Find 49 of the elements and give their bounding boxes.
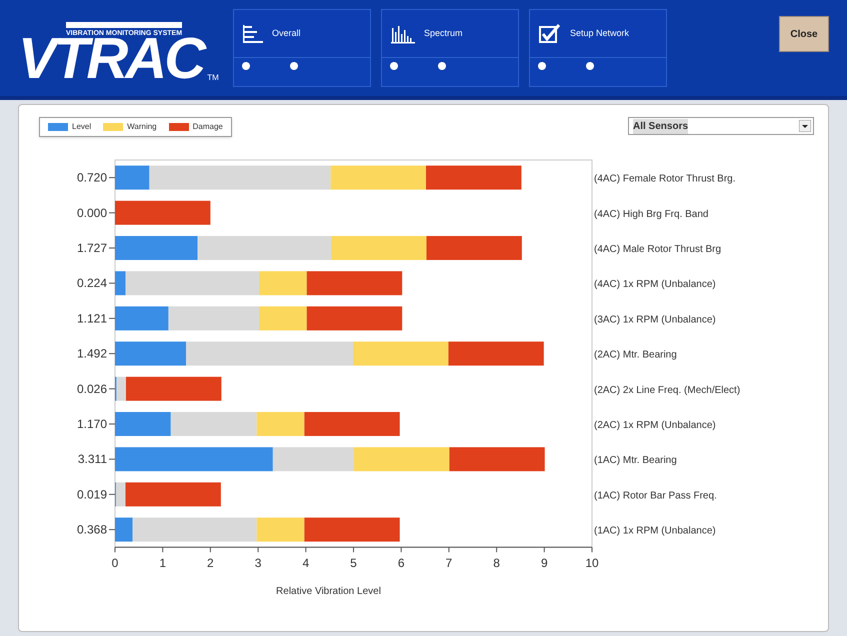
x-tick-label: 8: [493, 556, 500, 570]
close-button[interactable]: Close: [779, 16, 829, 52]
y-tick-label: 0.026: [76, 382, 107, 396]
x-tick-label: 0: [112, 556, 118, 570]
row-label: (3AC) 1x RPM (Unbalance): [594, 314, 716, 326]
legend-label: Warning: [127, 121, 157, 133]
row-label: (4AC) Female Rotor Thrust Brg.: [594, 174, 736, 185]
y-tick-label: 0.000: [76, 206, 107, 220]
legend-label: Damage: [192, 121, 223, 133]
spectrum-icon: [390, 24, 416, 44]
row-label: (4AC) Male Rotor Thrust Brg: [594, 244, 722, 255]
radio-button[interactable]: [390, 62, 398, 70]
row-label: (2AC) 2x Line Freq. (Mech/Elect): [594, 384, 740, 396]
x-axis-title: Relative Vibration Level: [276, 586, 381, 598]
radio-button[interactable]: [438, 62, 446, 70]
y-tick-label: 1.727: [76, 241, 107, 255]
legend-label: Level: [72, 121, 92, 133]
radio-button[interactable]: [586, 62, 594, 70]
x-tick-label: 7: [446, 556, 452, 570]
y-tick-label: 1.121: [76, 311, 107, 326]
radio-button[interactable]: [538, 62, 546, 70]
x-tick-label: 4: [302, 556, 310, 570]
x-tick-label: 10: [585, 556, 599, 570]
y-tick-label: 0.368: [76, 522, 107, 537]
y-tick-label: 1.492: [76, 346, 107, 361]
dropdown-arrow-icon: [799, 120, 811, 132]
row-label: (4AC) High Brg Frq. Band: [594, 208, 708, 220]
y-tick-label: 0.019: [76, 487, 107, 502]
x-tick-label: 3: [254, 556, 262, 570]
y-tick-label: 0.720: [76, 170, 107, 185]
y-tick-label: 0.224: [76, 276, 107, 290]
x-tick-label: 9: [540, 556, 548, 570]
x-tick-label: 6: [398, 556, 405, 570]
y-tick-label: 3.311: [78, 452, 107, 466]
x-tick-label: 5: [350, 556, 357, 570]
x-tick-label: 2: [207, 556, 214, 570]
y-tick-label: 1.170: [76, 417, 107, 431]
row-label: (2AC) Mtr. Bearing: [594, 350, 677, 361]
row-label: (1AC) 1x RPM (Unbalance): [594, 526, 716, 537]
row-label: (1AC) Rotor Bar Pass Freq.: [594, 490, 717, 502]
checkbox-icon: [538, 22, 562, 44]
x-tick-label: 1: [159, 556, 166, 570]
row-label: (2AC) 1x RPM (Unbalance): [594, 420, 716, 431]
radio-button[interactable]: [242, 62, 250, 70]
row-label: (4AC) 1x RPM (Unbalance): [594, 279, 716, 290]
sensor-dropdown[interactable]: All Sensors: [628, 117, 814, 135]
row-label: (1AC) Mtr. Bearing: [594, 455, 677, 466]
radio-button[interactable]: [290, 62, 298, 70]
list-icon: [242, 24, 264, 44]
